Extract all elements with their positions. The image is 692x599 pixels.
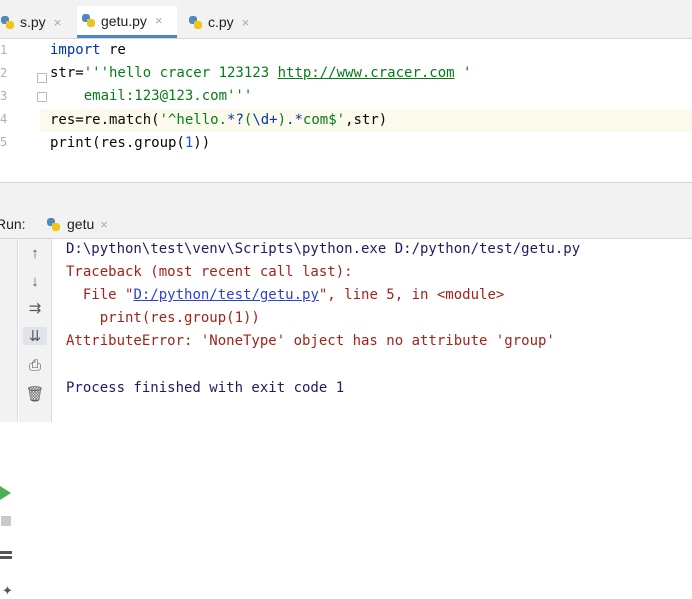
line-number: 3 bbox=[0, 89, 8, 103]
console-traceback-header: Traceback (most recent call last): bbox=[66, 264, 353, 280]
scroll-to-end-icon[interactable]: ⇊ bbox=[23, 327, 47, 345]
regex-meta-token: * bbox=[294, 112, 303, 128]
code-line-1: import re bbox=[50, 39, 126, 61]
close-icon[interactable]: × bbox=[54, 15, 62, 30]
soft-wrap-icon[interactable]: ⇉ bbox=[19, 299, 51, 317]
close-icon[interactable]: × bbox=[100, 217, 108, 232]
line-number-gutter: 1 2 3 4 5 bbox=[0, 39, 47, 182]
run-tab-label: getu bbox=[67, 216, 95, 232]
run-console-output[interactable]: D:\python\test\venv\Scripts\python.exe D… bbox=[52, 239, 692, 422]
file-link[interactable]: D:/python/test/getu.py bbox=[133, 287, 318, 303]
code-token: ,str) bbox=[345, 112, 388, 128]
console-code-line: print(res.group(1)) bbox=[66, 310, 260, 326]
tab-getu-py[interactable]: getu.py × bbox=[77, 6, 177, 38]
line-number: 5 bbox=[0, 135, 8, 149]
console-file-line: File "D:/python/test/getu.py", line 5, i… bbox=[66, 285, 504, 305]
close-icon[interactable]: × bbox=[155, 13, 163, 28]
run-console-toolbar: ↑ ↓ ⇉ ⇊ ⎙ 🗑 bbox=[19, 239, 52, 422]
editor-tab-bar: s.py × getu.py × c.py × bbox=[0, 6, 692, 39]
close-icon[interactable]: × bbox=[242, 15, 250, 30]
tab-s-py[interactable]: s.py × bbox=[0, 6, 65, 38]
string-token: ' bbox=[454, 65, 472, 81]
code-line-4: res=re.match('^hello.*?(\d+).*com$',str) bbox=[50, 109, 387, 131]
console-text: ", line 5, in <module> bbox=[318, 287, 505, 303]
tab-c-py[interactable]: c.py × bbox=[184, 6, 253, 38]
keyword-token: import bbox=[50, 42, 101, 58]
regex-token: ) bbox=[277, 112, 287, 128]
code-token: print(res.group( bbox=[50, 135, 185, 151]
tab-label: c.py bbox=[208, 14, 234, 30]
print-icon[interactable]: ⎙ bbox=[19, 357, 51, 374]
code-token: res=re.match( bbox=[50, 112, 160, 128]
python-run-icon bbox=[46, 217, 61, 232]
python-file-icon bbox=[188, 15, 203, 30]
layout-icon[interactable] bbox=[0, 551, 12, 559]
console-error-line: AttributeError: 'NoneType' object has no… bbox=[66, 333, 555, 349]
tab-label: s.py bbox=[20, 14, 46, 30]
python-file-icon bbox=[0, 15, 15, 30]
line-number: 2 bbox=[0, 66, 8, 80]
python-file-icon bbox=[81, 13, 96, 28]
regex-token: com$ bbox=[302, 112, 337, 128]
string-token: email:123@123.com''' bbox=[50, 88, 253, 104]
code-line-5: print(res.group(1)) bbox=[50, 132, 210, 154]
stop-icon[interactable] bbox=[1, 516, 11, 526]
regex-token: '^hello. bbox=[159, 112, 228, 128]
console-command-line: D:\python\test\venv\Scripts\python.exe D… bbox=[66, 241, 581, 257]
console-exit-line: Process finished with exit code 1 bbox=[66, 380, 345, 396]
string-token: '''hello cracer 123123 bbox=[83, 65, 278, 81]
trash-icon[interactable]: 🗑 bbox=[19, 385, 51, 403]
line-number: 4 bbox=[0, 112, 8, 126]
code-line-2: str='''hello cracer 123123 http://www.cr… bbox=[50, 62, 471, 84]
console-text: File " bbox=[66, 287, 134, 303]
regex-meta-token: *? bbox=[227, 112, 244, 128]
pin-icon[interactable]: ✦ bbox=[2, 583, 13, 599]
scroll-up-icon[interactable]: ↑ bbox=[19, 245, 51, 262]
code-token: )) bbox=[193, 135, 211, 151]
url-link[interactable]: http://www.cracer.com bbox=[278, 65, 455, 81]
scroll-down-icon[interactable]: ↓ bbox=[19, 273, 51, 290]
run-label: Run: bbox=[0, 216, 26, 232]
run-panel-header: Run: getu × bbox=[0, 210, 692, 239]
run-tab-getu[interactable]: getu × bbox=[46, 210, 108, 238]
rerun-icon[interactable] bbox=[0, 486, 11, 500]
run-left-toolbar: ✦ bbox=[0, 239, 18, 598]
code-token: re bbox=[100, 42, 126, 58]
tab-label: getu.py bbox=[101, 12, 147, 29]
code-token: str= bbox=[50, 65, 84, 81]
code-line-3: email:123@123.com''' bbox=[50, 85, 253, 107]
string-token: ' bbox=[336, 112, 346, 128]
line-number: 1 bbox=[0, 43, 8, 57]
code-editor[interactable]: import re str='''hello cracer 123123 htt… bbox=[40, 39, 692, 182]
panel-separator[interactable] bbox=[0, 182, 692, 211]
regex-meta-token: \d+ bbox=[252, 112, 278, 128]
